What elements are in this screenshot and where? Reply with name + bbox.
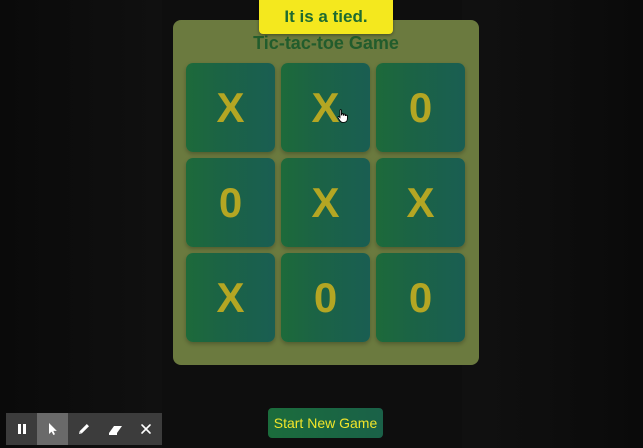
board-cell-r1c3[interactable]: 0 [376,63,465,152]
board-cell-r2c1[interactable]: 0 [186,158,275,247]
board-cell-r3c2[interactable]: 0 [281,253,370,342]
cell-mark: 0 [408,83,433,131]
board-cell-r2c2[interactable]: X [281,158,370,247]
pen-tool-button[interactable] [68,413,99,445]
game-title: Tic-tac-toe Game [253,33,399,53]
game-card: Tic-tac-toe Game X X 0 0 X X X 0 0 [173,20,479,365]
status-banner: It is a tied. [259,0,393,34]
board-cell-r1c1[interactable]: X [186,63,275,152]
close-icon [141,424,152,434]
start-new-game-button[interactable]: Start New Game [268,408,383,438]
eraser-tool-button[interactable] [100,413,131,445]
cell-mark: 0 [313,273,338,321]
hand-cursor-icon [337,109,348,123]
cell-mark: 0 [218,178,243,226]
close-button[interactable] [131,413,162,445]
cell-mark: X [311,83,340,131]
pause-icon [17,424,26,434]
cell-mark: X [311,178,340,226]
eraser-icon [108,425,122,435]
board-cell-r1c2[interactable]: X [281,63,370,152]
game-board: X X 0 0 X X X 0 0 [186,63,465,342]
board-cell-r3c1[interactable]: X [186,253,275,342]
cell-mark: X [406,178,435,226]
annotation-toolbar [6,413,162,445]
pen-icon [78,424,89,434]
pointer-tool-button[interactable] [37,413,69,445]
pointer-icon [48,423,57,435]
cell-mark: 0 [408,273,433,321]
pause-button[interactable] [6,413,37,445]
cell-mark: X [216,273,245,321]
cell-mark: X [216,83,245,131]
board-cell-r3c3[interactable]: 0 [376,253,465,342]
board-cell-r2c3[interactable]: X [376,158,465,247]
